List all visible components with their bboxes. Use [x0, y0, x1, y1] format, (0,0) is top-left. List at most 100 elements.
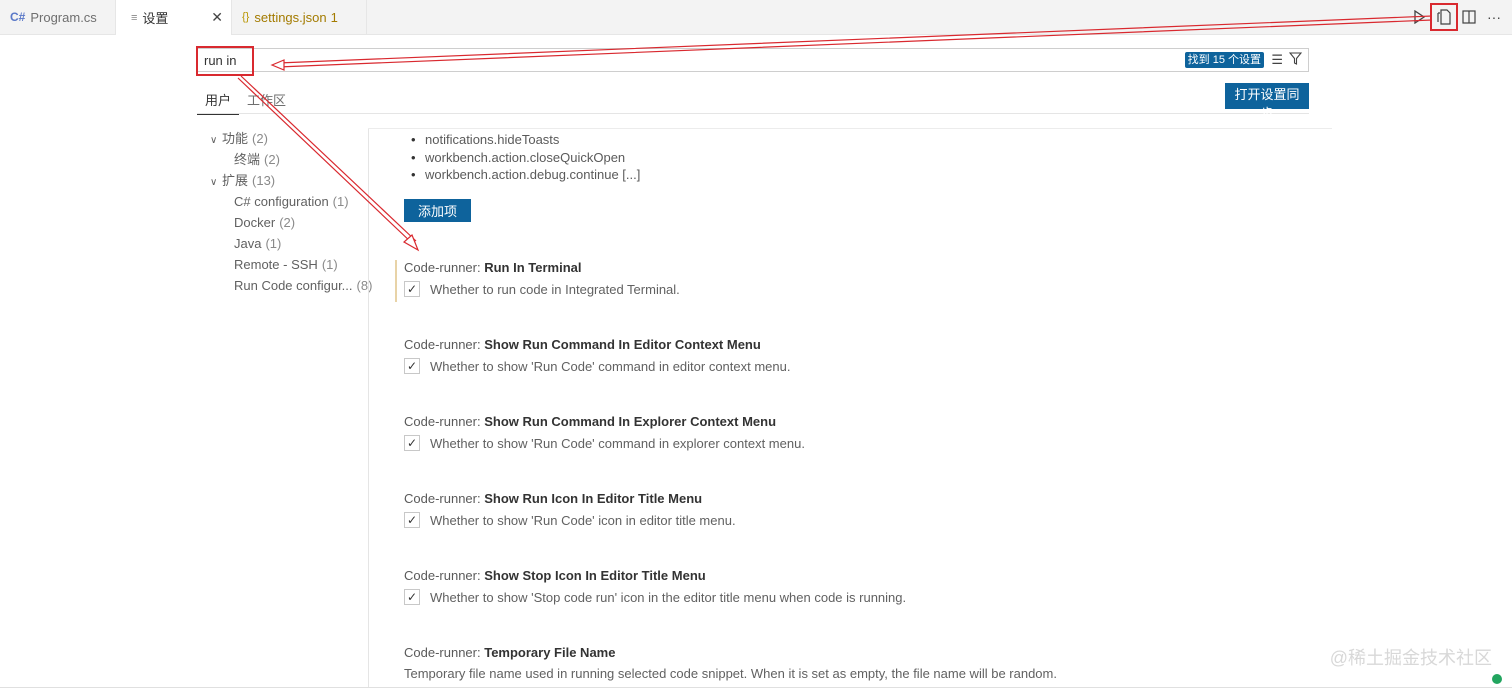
toc-divider: [368, 128, 369, 688]
toc-item-run-code[interactable]: Run Code configur... (8): [210, 275, 373, 296]
setting-description: Whether to show 'Stop code run' icon in …: [430, 589, 907, 605]
chevron-down-icon: ∨: [210, 135, 218, 146]
setting-show-run-editor-context: Code-runner: Show Run Command In Editor …: [404, 336, 1304, 374]
tab-bar: C# Program.cs ≡ 设置 ✕ {} settings.json 1 …: [0, 0, 1512, 35]
focused-setting-indicator: [395, 260, 397, 302]
editor-actions: ···: [1411, 0, 1502, 34]
toc-label: Java: [234, 236, 262, 251]
add-item-button[interactable]: 添加项: [404, 199, 471, 222]
toc-label: 功能: [222, 131, 249, 146]
setting-show-run-icon: Code-runner: Show Run Icon In Editor Tit…: [404, 490, 1304, 528]
setting-name: Show Stop Icon In Editor Title Menu: [484, 568, 706, 583]
tab-settings[interactable]: ≡ 设置 ✕: [116, 0, 232, 35]
setting-description: Whether to run code in Integrated Termin…: [430, 281, 680, 297]
toc-item-extensions[interactable]: ∨ 扩展 (13): [210, 170, 370, 191]
chevron-down-icon: ∨: [210, 177, 218, 188]
problem-count-badge: 1: [330, 9, 338, 25]
setting-checkbox[interactable]: ✓: [404, 589, 420, 605]
setting-description: Whether to show 'Run Code' icon in edito…: [430, 512, 736, 528]
tab-label: settings.json: [254, 9, 327, 25]
setting-category: Code-runner:: [404, 568, 485, 583]
list-item[interactable]: notifications.hideToasts: [411, 131, 640, 149]
json-file-icon: {}: [242, 11, 250, 23]
setting-category: Code-runner:: [404, 491, 485, 506]
setting-category: Code-runner:: [404, 260, 485, 275]
setting-checkbox[interactable]: ✓: [404, 281, 420, 297]
setting-category: Code-runner:: [404, 337, 485, 352]
settings-file-icon: ≡: [131, 11, 138, 24]
tab-label: 设置: [142, 11, 169, 26]
tab-settings-json[interactable]: {} settings.json 1: [232, 0, 367, 34]
settings-sync-button[interactable]: 打开设置同步: [1225, 83, 1309, 121]
setting-temporary-file-name: Code-runner: Temporary File Name Tempora…: [404, 644, 1304, 681]
setting-description: Temporary file name used in running sele…: [404, 666, 1057, 681]
setting-name: Show Run Command In Explorer Context Men…: [484, 414, 777, 429]
search-tools: ☰: [1271, 52, 1303, 68]
close-icon[interactable]: ✕: [211, 9, 223, 26]
setting-title: Code-runner: Run In Terminal: [404, 259, 1304, 277]
toc-label: Run Code configur...: [234, 278, 353, 293]
toc-item-terminal[interactable]: 终端 (2): [210, 149, 370, 170]
toc-count: (1): [332, 194, 349, 209]
setting-checkbox[interactable]: ✓: [404, 435, 420, 451]
setting-name: Run In Terminal: [484, 260, 582, 275]
setting-title: Code-runner: Show Run Command In Editor …: [404, 336, 1304, 354]
toc-label: C# configuration: [234, 194, 329, 209]
more-actions-icon[interactable]: ···: [1486, 9, 1502, 25]
list-item[interactable]: workbench.action.closeQuickOpen: [411, 149, 640, 167]
setting-category: Code-runner:: [404, 414, 485, 429]
toc-label: 扩展: [222, 173, 249, 188]
settings-toc: ∨ 功能 (2) 终端 (2) ∨ 扩展 (13) C# configuration (1)…: [210, 128, 373, 296]
toc-count: (1): [265, 236, 282, 251]
csharp-file-icon: C#: [10, 10, 26, 24]
scope-divider: [197, 113, 1309, 114]
clear-filter-icon[interactable]: ☰: [1271, 52, 1283, 68]
toc-count: (2): [279, 215, 296, 230]
setting-show-run-explorer-context: Code-runner: Show Run Command In Explore…: [404, 413, 1304, 451]
setting-run-in-terminal: Code-runner: Run In Terminal ✓ Whether to…: [404, 259, 1304, 297]
tab-workspace[interactable]: 工作区: [239, 84, 294, 114]
toc-label: 终端: [234, 152, 261, 167]
toc-item-java[interactable]: Java (1): [210, 233, 370, 254]
status-indicator-icon: [1492, 674, 1502, 684]
toc-count: (2): [264, 152, 280, 167]
list-top-divider: [368, 128, 1332, 129]
toc-label: Docker: [234, 215, 276, 230]
setting-title: Code-runner: Show Run Icon In Editor Tit…: [404, 490, 1304, 508]
toc-count: (1): [321, 257, 338, 272]
setting-checkbox[interactable]: ✓: [404, 358, 420, 374]
tab-label: Program.cs: [30, 9, 97, 25]
toc-count: (2): [252, 131, 268, 146]
toc-item-csharp[interactable]: C# configuration (1): [210, 191, 370, 212]
setting-description: Whether to show 'Run Code' command in ex…: [430, 435, 805, 451]
tab-program-cs[interactable]: C# Program.cs: [0, 0, 116, 34]
setting-name: Show Run Command In Editor Context Menu: [484, 337, 761, 352]
results-count-badge: 找到 15 个设置: [1184, 52, 1264, 68]
setting-description: Whether to show 'Run Code' command in ed…: [430, 358, 791, 374]
setting-name: Temporary File Name: [484, 645, 616, 660]
toc-item-remote-ssh[interactable]: Remote - SSH (1): [210, 254, 370, 275]
setting-name: Show Run Icon In Editor Title Menu: [484, 491, 703, 506]
split-editor-icon[interactable]: [1461, 9, 1477, 25]
toc-label: Remote - SSH: [234, 257, 318, 272]
settings-search-box: 找到 15 个设置 ☰: [197, 48, 1309, 72]
toc-item-features[interactable]: ∨ 功能 (2): [210, 128, 370, 149]
setting-list-values: notifications.hideToasts workbench.actio…: [411, 131, 640, 184]
filter-icon[interactable]: [1288, 52, 1303, 68]
list-item[interactable]: workbench.action.debug.continue [...]: [411, 166, 640, 184]
setting-checkbox[interactable]: ✓: [404, 512, 420, 528]
setting-title: Code-runner: Temporary File Name: [404, 644, 1304, 662]
toc-count: (13): [252, 173, 276, 188]
scope-tabs: 用户 工作区: [197, 84, 294, 115]
run-icon[interactable]: [1411, 9, 1427, 25]
watermark: @稀土掘金技术社区: [1329, 648, 1492, 668]
setting-title: Code-runner: Show Stop Icon In Editor Ti…: [404, 567, 1304, 585]
toc-count: (8): [356, 278, 373, 293]
setting-title: Code-runner: Show Run Command In Explore…: [404, 413, 1304, 431]
setting-category: Code-runner:: [404, 645, 485, 660]
search-input[interactable]: [204, 51, 1104, 69]
setting-show-stop-icon: Code-runner: Show Stop Icon In Editor Ti…: [404, 567, 1304, 605]
toc-item-docker[interactable]: Docker (2): [210, 212, 370, 233]
tab-user[interactable]: 用户: [197, 84, 240, 115]
open-settings-json-icon[interactable]: [1430, 3, 1458, 31]
